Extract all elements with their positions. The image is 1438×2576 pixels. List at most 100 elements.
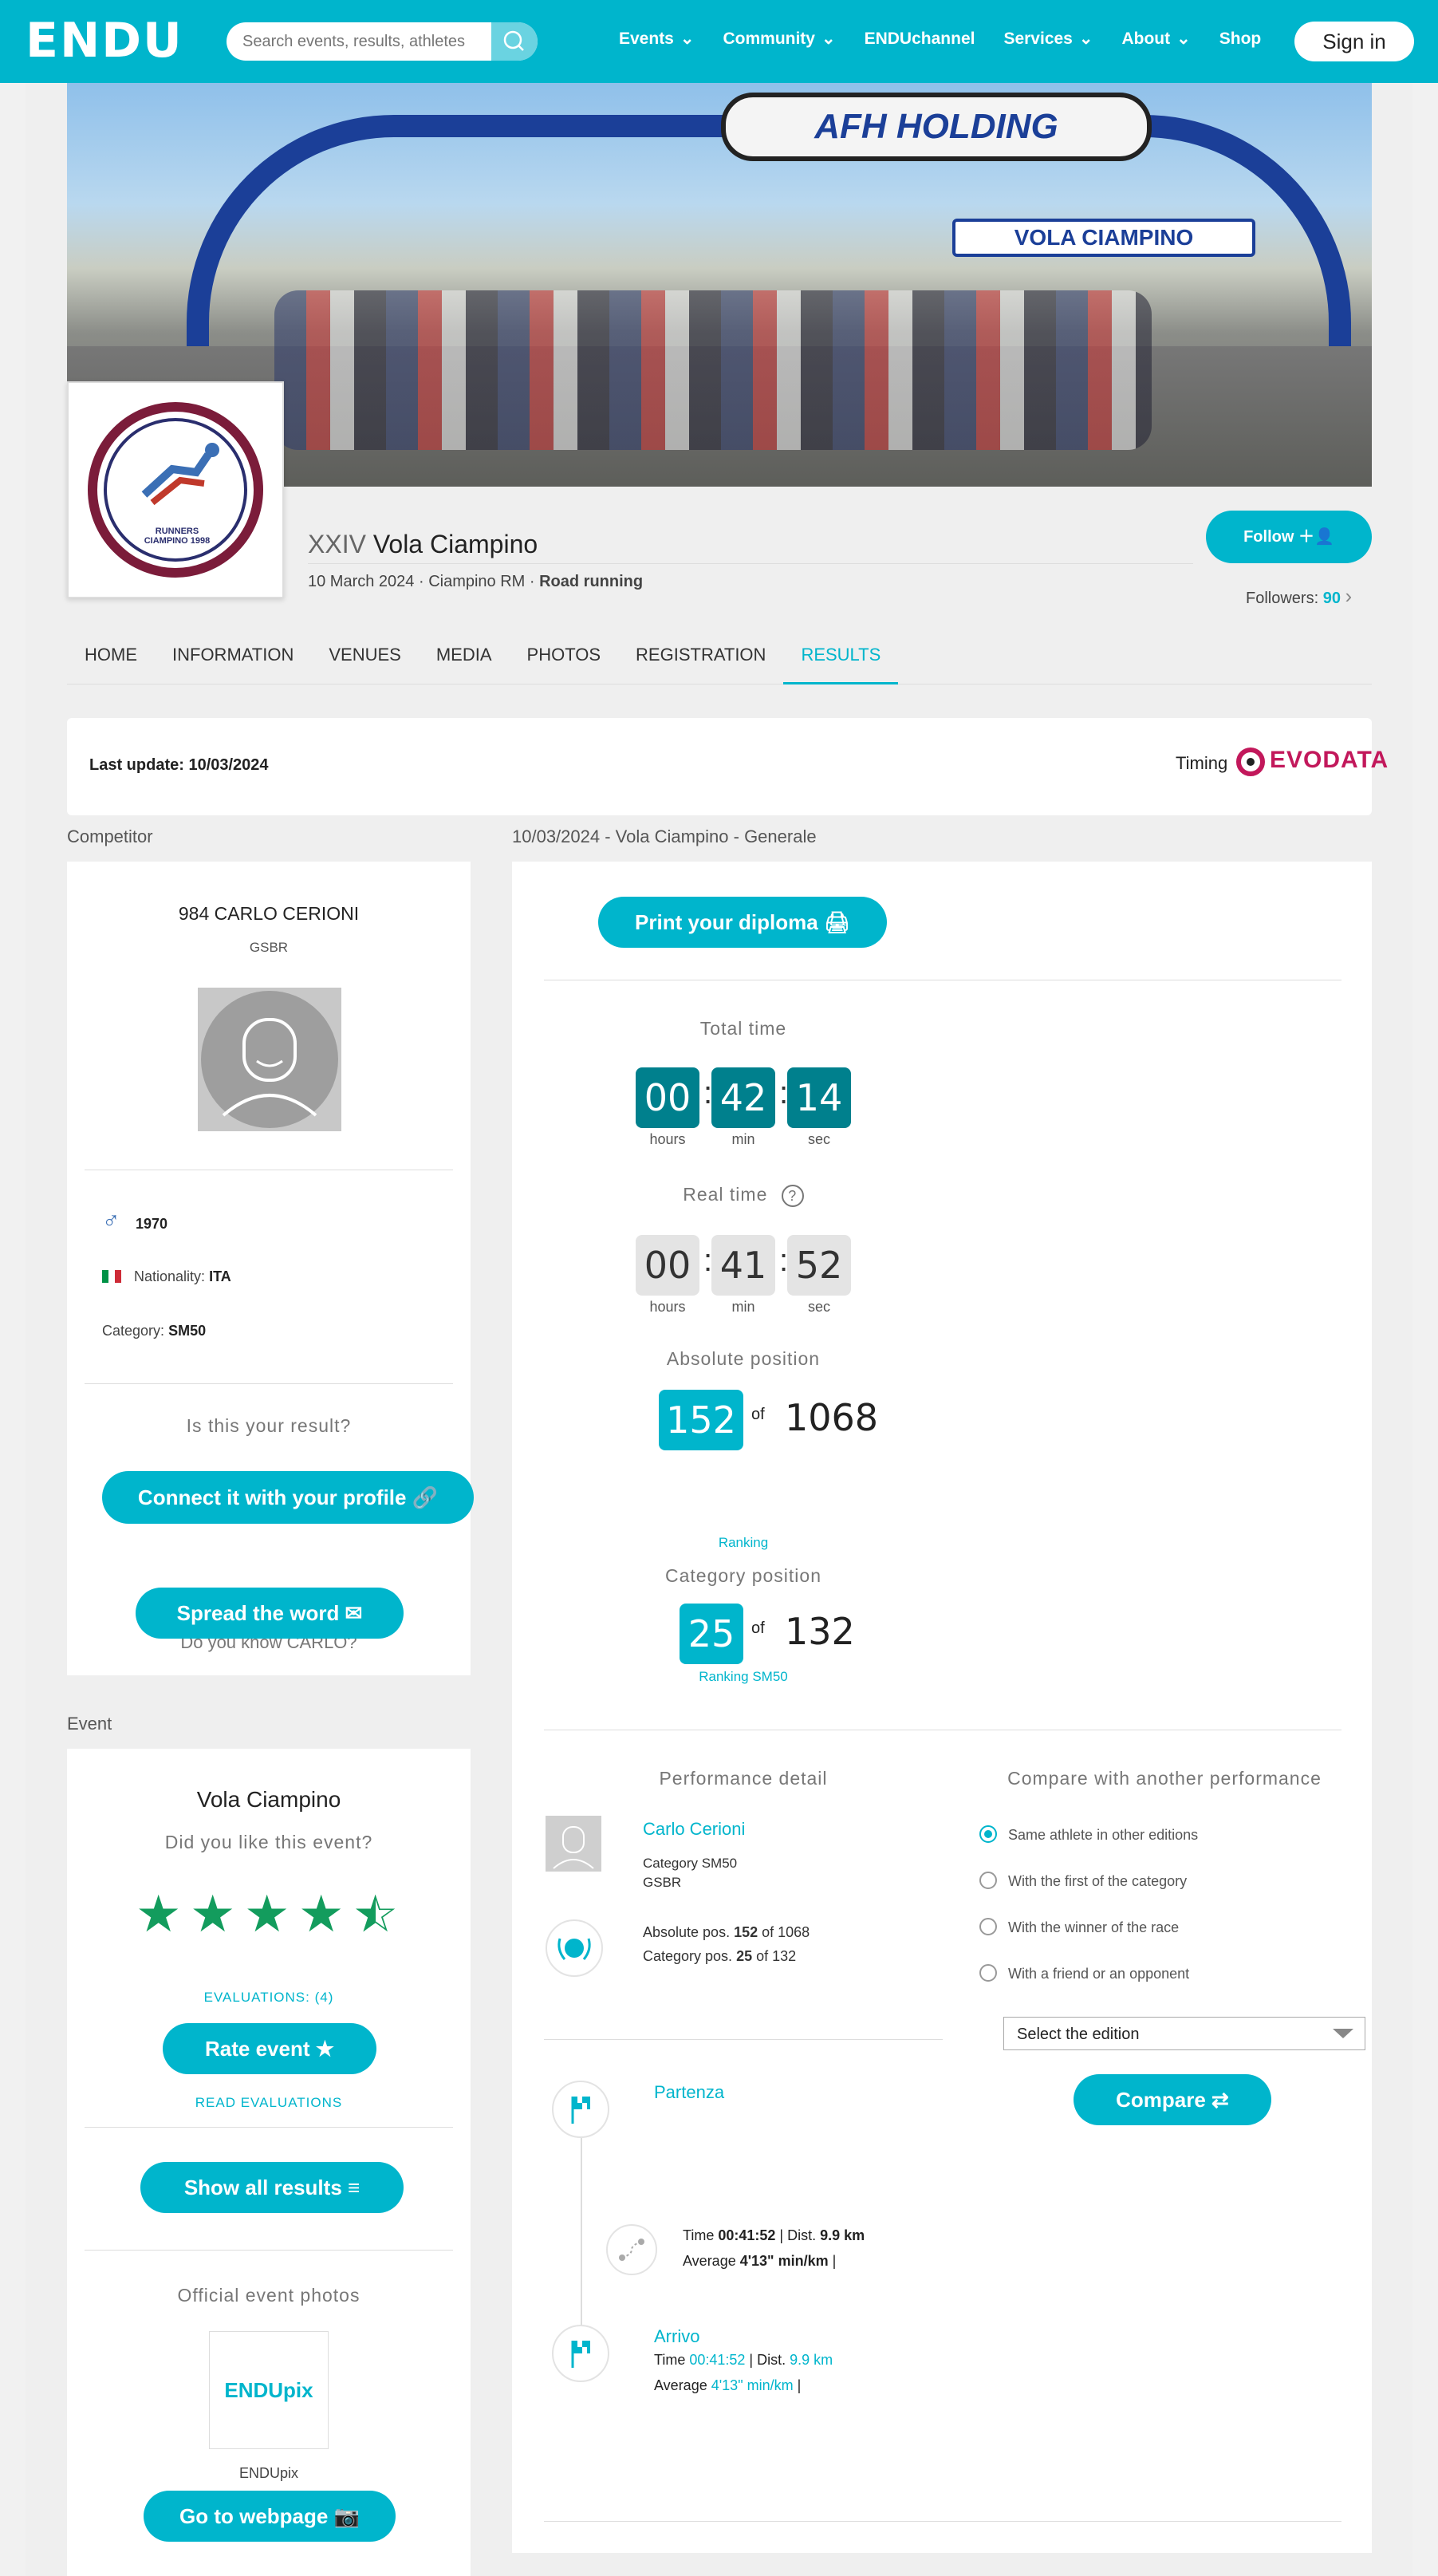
real-min: 41 (711, 1235, 775, 1296)
divider (85, 1383, 453, 1384)
edition-select[interactable]: Select the edition (1003, 2017, 1365, 2050)
spread-word-button[interactable]: Spread the word ✉ (136, 1588, 404, 1639)
divider (544, 2521, 1341, 2522)
tab-registration[interactable]: REGISTRATION (618, 625, 783, 684)
read-evaluations-link[interactable]: READ EVALUATIONS (67, 2095, 471, 2111)
split-time-line: Time 00:41:52 | Dist. 9.9 km (683, 2227, 865, 2243)
event-title: XXIV Vola Ciampino (308, 530, 538, 558)
compare-button[interactable]: Compare ⇄ (1074, 2074, 1271, 2125)
competitor-name: 984 CARLO CERIONI (178, 903, 360, 924)
divider (544, 2039, 943, 2040)
absolute-position: 152 (659, 1390, 743, 1450)
go-to-webpage-button[interactable]: Go to webpage 📷 (144, 2491, 396, 2542)
sponsor-banner: AFH HOLDING (721, 93, 1152, 161)
star-icon[interactable]: ★ (136, 1889, 181, 1940)
option-winner: With the winner of the race (1008, 1919, 1180, 1935)
like-question: Did you like this event? (164, 1832, 373, 1852)
tab-results[interactable]: RESULTS (783, 625, 899, 684)
endu-logo[interactable]: ENDU (26, 13, 183, 69)
italy-flag-icon (102, 1270, 121, 1283)
avatar (198, 988, 341, 1131)
finish-average-line: Average 4'13" min/km | (654, 2377, 802, 2393)
nav-events[interactable]: Events ⌄ (619, 29, 694, 49)
sec-label: sec (807, 1131, 830, 1147)
main-panel: AFH HOLDING VOLA CIAMPINO RUNNERS CIAMPI… (26, 83, 1412, 2576)
tab-media[interactable]: MEDIA (419, 625, 510, 684)
search-input[interactable] (242, 30, 482, 53)
connect-profile-button-visible[interactable]: Connect it with your profile 🔗 (102, 1471, 474, 1524)
athlete-avatar (546, 1816, 601, 1872)
nav-services[interactable]: Services ⌄ (1003, 29, 1093, 49)
endupix-caption: ENDUpix (238, 2465, 298, 2481)
absolute-pos-line: Absolute pos. 152 of 1068 (643, 1924, 810, 1940)
ranking-link[interactable]: Ranking (584, 1535, 903, 1551)
route-shape (619, 2239, 644, 2261)
follow-button[interactable]: Follow ＋👤 (1206, 511, 1372, 563)
divider (85, 2250, 453, 2251)
main-nav: Events ⌄ Community ⌄ ENDUchannel Services ⌄… (619, 29, 1261, 49)
competitor-section-label: Competitor (67, 826, 153, 846)
start-flag-icon (552, 2081, 609, 2138)
update-box: Last update: 10/03/2024 Timing EVODATA (67, 718, 1388, 815)
star-icon[interactable]: ★ (244, 1889, 290, 1940)
nav-about[interactable]: About ⌄ (1121, 29, 1190, 49)
help-icon[interactable]: ? (781, 1185, 804, 1207)
tab-venues[interactable]: VENUES (311, 625, 418, 684)
real-hours: 00 (636, 1235, 699, 1296)
add-user-icon: ＋👤 (1298, 528, 1334, 546)
endupix-logo[interactable]: ENDUpix (209, 2331, 329, 2449)
user-icon (553, 1826, 594, 1869)
nav-enduchannel[interactable]: ENDUchannel (865, 29, 975, 49)
tab-home[interactable]: HOME (67, 625, 155, 684)
competitor-club: GSBR (249, 940, 289, 955)
chevron-down-icon: ⌄ (680, 30, 695, 48)
real-sec: 52 (787, 1235, 851, 1296)
evodata-logo[interactable]: EVODATA (1235, 742, 1388, 782)
sec-label: sec (807, 1299, 830, 1315)
timing-label: Timing (1176, 753, 1228, 773)
show-all-results-button[interactable]: Show all results ≡ (140, 2162, 404, 2213)
radio-winner[interactable] (979, 1918, 997, 1935)
ranking-category-link[interactable]: Ranking SM50 (584, 1669, 903, 1685)
tab-photos[interactable]: PHOTOS (510, 625, 619, 684)
total-sec: 14 (787, 1067, 851, 1128)
nav-shop[interactable]: Shop (1219, 29, 1262, 49)
rate-event-button[interactable]: Rate event ★ (163, 2023, 376, 2074)
followers-count[interactable]: Followers: 90 › (1246, 584, 1352, 609)
star-icon[interactable]: ★ (298, 1889, 344, 1940)
star-icon[interactable]: ★ (190, 1889, 235, 1940)
of-label: of (751, 1619, 765, 1637)
flag-shape (571, 2097, 590, 2124)
option-first-category: With the first of the category (1008, 1873, 1188, 1889)
print-diploma-button[interactable]: Print your diploma 🖨 (598, 897, 887, 948)
nav-community[interactable]: Community ⌄ (723, 29, 835, 49)
category: Category: SM50 (102, 1323, 207, 1339)
results-card: Print your diploma 🖨 Total time 00 : 42 … (512, 862, 1372, 2553)
competitor-card: 984 CARLO CERIONI GSBR ♂ 1970 Nationalit… (67, 862, 471, 1675)
start-label: Partenza (654, 2082, 725, 2102)
chevron-right-icon: › (1345, 584, 1353, 608)
tab-information[interactable]: INFORMATION (155, 625, 311, 684)
search-button[interactable] (491, 22, 538, 61)
of-label: of (751, 1406, 765, 1423)
male-icon: ♂ (102, 1208, 120, 1234)
radio-friend[interactable] (979, 1964, 997, 1982)
radio-first-category[interactable] (979, 1872, 997, 1889)
sign-in-button[interactable]: Sign in (1294, 22, 1414, 61)
runners-crowd (274, 290, 1152, 450)
category-pos-line: Category pos. 25 of 132 (643, 1948, 797, 1964)
star-icon[interactable]: ☆★★ (353, 1889, 398, 1940)
option-friend: With a friend or an opponent (1008, 1966, 1190, 1982)
laurel-icon (546, 1919, 603, 1977)
performance-detail-title: Performance detail (659, 1768, 828, 1789)
radio-same-athlete[interactable] (979, 1825, 997, 1843)
event-tabs: HOME INFORMATION VENUES MEDIA PHOTOS REG… (67, 625, 1372, 684)
category-position: 25 (680, 1604, 743, 1664)
chevron-down-icon: ⌄ (821, 30, 836, 48)
athlete-name-link[interactable]: Carlo Cerioni (643, 1819, 745, 1840)
athlete-club: GSBR (643, 1875, 682, 1890)
finish-time-line: Time 00:41:52 | Dist. 9.9 km (654, 2352, 833, 2368)
evaluations-link[interactable]: EVALUATIONS: (4) (67, 1990, 471, 2006)
total-hours: 00 (636, 1067, 699, 1128)
search-icon (503, 30, 524, 51)
